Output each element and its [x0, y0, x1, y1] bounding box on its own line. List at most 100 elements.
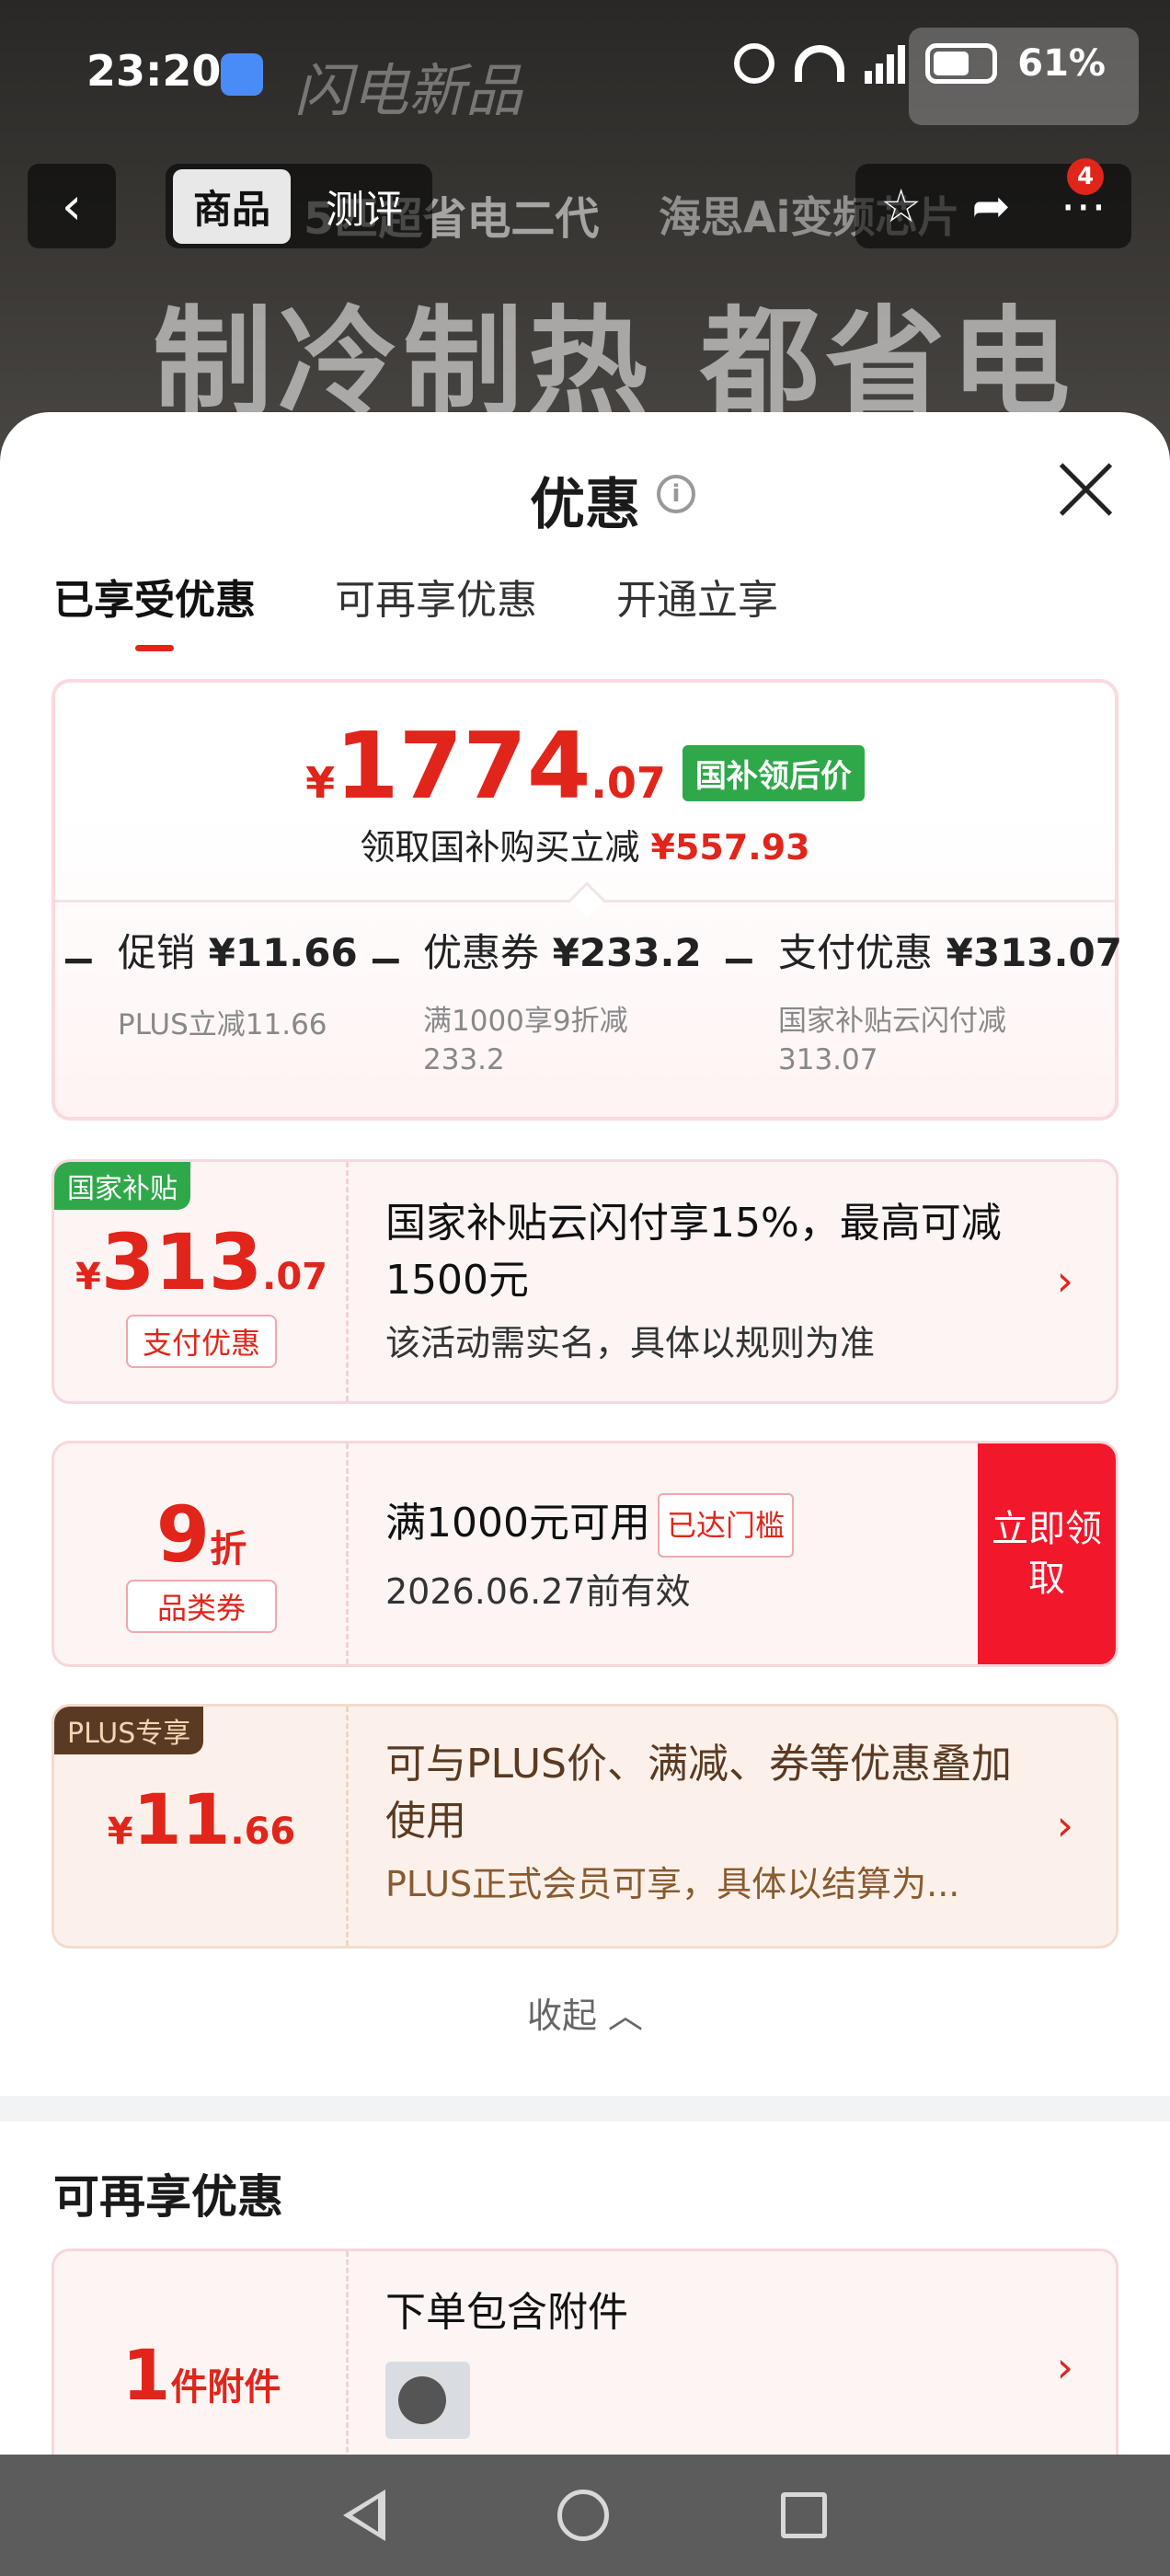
price-decimal: .07 — [591, 758, 666, 808]
coupon-amount: ¥313.07 — [54, 1217, 349, 1307]
action-buttons: ☆ ➦ ⋯ 4 — [855, 158, 1131, 248]
amount-currency: ¥ — [75, 1256, 101, 1298]
threshold-met-tag: 已达门槛 — [657, 1493, 794, 1558]
subsidy-price-tag: 国补领后价 — [682, 745, 865, 801]
tab-activate[interactable]: 开通立享 — [616, 567, 778, 651]
system-nav-bar — [0, 2455, 1170, 2576]
star-icon[interactable]: ☆ — [880, 179, 922, 233]
brand-watermark: 闪电新品 — [294, 57, 523, 124]
tab-more[interactable]: 可再享优惠 — [335, 567, 537, 651]
tab-product[interactable]: 商品 — [173, 168, 292, 244]
tab-label: 已享受优惠 — [53, 577, 256, 624]
price-integer: 1774 — [335, 712, 591, 820]
info-icon[interactable]: i — [657, 475, 695, 513]
breakdown-desc: 满1000享9折减 233.2 — [423, 1005, 628, 1076]
amount-decimal: .07 — [262, 1256, 328, 1298]
coupon-amount-area: 1件附件 — [54, 2251, 349, 2455]
status-time: 23:20 — [86, 46, 222, 96]
coupon-title-row: 满1000元可用 已达门槛 — [385, 1493, 959, 1558]
breakdown-name: 优惠券 — [423, 930, 540, 975]
product-tabs: 商品 测评 — [166, 164, 432, 248]
status-bar: 23:20 闪电新品 61% — [0, 0, 1170, 147]
status-icons: 61% — [734, 42, 1106, 85]
breakdown-desc: 国家补贴云闪付减 313.07 — [778, 1005, 1006, 1076]
accessory-count-number: 1 — [121, 2334, 171, 2416]
sheet-title: 优惠 — [530, 473, 640, 537]
battery-icon — [925, 43, 998, 84]
coupon-amount: 9折 — [54, 1489, 349, 1580]
collapse-button[interactable]: 收起 ︿ — [0, 1987, 1170, 2038]
notification-app-icon — [221, 53, 263, 96]
chevron-right-icon: › — [1056, 1256, 1073, 1305]
chevron-right-icon: › — [1056, 1800, 1073, 1850]
price-currency: ¥ — [305, 758, 336, 808]
amount-decimal: .66 — [230, 1811, 296, 1853]
savings-text: 领取国补购买立减 — [360, 827, 640, 868]
coupon-expiry: 2026.06.27前有效 — [385, 1571, 691, 1612]
coupon-title: 满1000元可用 — [385, 1500, 650, 1547]
discount-breakdown: − 促销 ¥11.66 PLUS立减11.66 − 优惠券 ¥233.2 满10… — [55, 922, 1122, 1115]
product-header-background: 23:20 闪电新品 61% ‹ 5匹超省电二代 海思Ai变频芯片 商品 测评 … — [0, 0, 1170, 478]
sheet-header: 优惠 i — [0, 412, 1170, 537]
active-tab-indicator — [135, 645, 174, 651]
claim-coupon-button[interactable]: 立即领取 — [978, 1443, 1116, 1664]
coupon-type-label: 品类券 — [126, 1580, 277, 1633]
signal-icon — [865, 43, 906, 84]
accessory-title: 下单包含附件 — [385, 2289, 628, 2336]
accessory-thumbnail — [385, 2362, 470, 2439]
chevron-right-icon: › — [1056, 2342, 1073, 2392]
chevron-up-icon: ︿ — [608, 1995, 644, 2036]
subsidy-corner-tag: 国家补贴 — [54, 1162, 190, 1210]
section-separator — [0, 2096, 1170, 2122]
chevron-left-icon: ‹ — [61, 176, 83, 236]
tab-review[interactable]: 测评 — [305, 169, 423, 244]
accessory-details: 下单包含附件 — [385, 2251, 1033, 2455]
breakdown-amount: ¥11.66 — [208, 930, 358, 975]
amount-integer: 11 — [132, 1778, 231, 1860]
savings-line: 领取国补购买立减 ¥557.93 — [55, 819, 1115, 869]
tab-enjoyed[interactable]: 已享受优惠 — [53, 567, 256, 651]
minus-sign: − — [368, 935, 404, 984]
plus-corner-tag: PLUS专享 — [54, 1707, 204, 1754]
coupon-type-label: 支付优惠 — [126, 1315, 277, 1368]
fan-icon — [398, 2376, 446, 2424]
plus-coupon-card[interactable]: PLUS专享 ¥11.66 可与PLUS价、满减、券等优惠叠加使用 PLUS正式… — [52, 1704, 1118, 1949]
minus-sign: − — [61, 935, 97, 984]
accessory-count: 1件附件 — [54, 2334, 349, 2416]
notification-badge: 4 — [1067, 158, 1104, 195]
breakdown-desc: PLUS立减11.66 — [118, 1008, 327, 1041]
nav-recents-icon[interactable] — [780, 2492, 827, 2538]
more-discounts-title: 可再享优惠 — [53, 2170, 283, 2224]
discount-tabs: 已享受优惠 可再享优惠 开通立享 — [53, 567, 778, 651]
coupon-details: 国家补贴云闪付享15%，最高可减1500元 该活动需实名，具体以规则为准 — [385, 1162, 1033, 1401]
minus-sign: − — [721, 935, 757, 984]
coupon-title: 可与PLUS价、满减、券等优惠叠加使用 — [385, 1741, 1012, 1845]
accessory-count-unit: 件附件 — [170, 2366, 281, 2409]
nav-home-icon[interactable] — [556, 2490, 609, 2541]
coupon-subtitle: 该活动需实名，具体以规则为准 — [385, 1323, 876, 1363]
share-icon[interactable]: ➦ — [971, 179, 1010, 233]
battery-percent: 61% — [1017, 42, 1106, 85]
breakdown-amount: ¥233.2 — [552, 930, 702, 975]
coupon-amount: ¥11.66 — [54, 1778, 349, 1860]
coupon-subtitle: PLUS正式会员可享，具体以结算为... — [385, 1864, 960, 1904]
coupon-details: 满1000元可用 已达门槛 2026.06.27前有效 — [385, 1443, 959, 1664]
divider-notch — [568, 881, 605, 918]
accessory-card[interactable]: 1件附件 下单包含附件 › — [52, 2248, 1118, 2455]
subsidy-coupon-card[interactable]: 国家补贴 ¥313.07 支付优惠 国家补贴云闪付享15%，最高可减1500元 … — [52, 1159, 1118, 1404]
category-coupon-card: 9折 品类券 满1000元可用 已达门槛 2026.06.27前有效 立即领取 — [52, 1441, 1118, 1667]
final-price: ¥ 1774 .07 国补领后价 — [55, 712, 1115, 820]
nav-back-icon[interactable] — [343, 2490, 386, 2541]
amount-currency: ¥ — [107, 1811, 133, 1853]
back-button[interactable]: ‹ — [28, 164, 116, 248]
coupon-title: 国家补贴云闪付享15%，最高可减1500元 — [385, 1200, 1002, 1304]
coupon-amount-area: 国家补贴 ¥313.07 支付优惠 — [54, 1162, 349, 1401]
breakdown-name: 促销 — [118, 930, 196, 975]
product-nav: ‹ 5匹超省电二代 海思Ai变频芯片 商品 测评 ☆ ➦ ⋯ 4 — [0, 158, 1170, 252]
wifi-icon — [795, 45, 845, 82]
coupon-amount-area: PLUS专享 ¥11.66 — [54, 1707, 349, 1946]
close-button[interactable] — [1056, 458, 1117, 519]
breakdown-promotion: 促销 ¥11.66 PLUS立减11.66 — [118, 922, 358, 1044]
breakdown-coupon: 优惠券 ¥233.2 满1000享9折减 233.2 — [423, 922, 702, 1079]
coupon-amount-area: 9折 品类券 — [54, 1443, 349, 1664]
